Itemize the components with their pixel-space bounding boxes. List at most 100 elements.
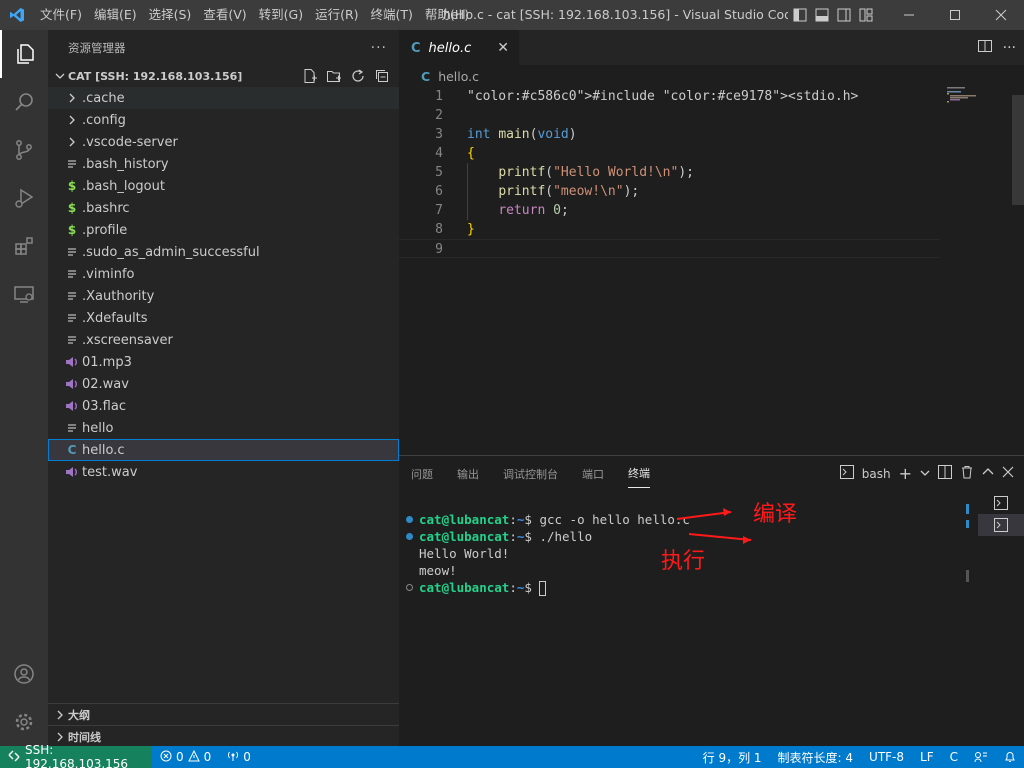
more-actions-icon[interactable]: ··· [1003, 40, 1016, 56]
text-file-icon [62, 290, 82, 302]
file-item[interactable]: $ .profile [48, 219, 399, 241]
terminal-instance-2[interactable] [978, 514, 1024, 536]
workspace-section[interactable]: CAT [SSH: 192.168.103.156] [48, 65, 399, 87]
toggle-panel-icon[interactable] [811, 0, 833, 30]
file-item[interactable]: test.wav [48, 461, 399, 483]
file-item[interactable]: 03.flac [48, 395, 399, 417]
search-icon[interactable] [0, 78, 48, 126]
panel-tab[interactable]: 输出 [457, 460, 479, 488]
code-line[interactable]: 7 return 0; [399, 201, 940, 220]
file-item[interactable]: .sudo_as_admin_successful [48, 241, 399, 263]
maximize-icon[interactable] [932, 0, 978, 30]
file-item[interactable]: 01.mp3 [48, 351, 399, 373]
new-folder-icon[interactable] [325, 67, 343, 85]
file-name: hello [82, 420, 114, 436]
source-control-icon[interactable] [0, 126, 48, 174]
audio-file-icon [62, 378, 82, 390]
file-item[interactable]: .xscreensaver [48, 329, 399, 351]
code-line[interactable]: 2 [399, 106, 940, 125]
panel-tab[interactable]: 端口 [582, 460, 604, 488]
code-line[interactable]: 6 printf("meow!\n"); [399, 182, 940, 201]
terminal-scrollbar[interactable] [966, 504, 969, 582]
refresh-icon[interactable] [349, 67, 367, 85]
accounts-icon[interactable] [0, 650, 48, 698]
menu-item[interactable]: 编辑(E) [88, 0, 143, 30]
tab-size[interactable]: 制表符长度: 4 [770, 749, 862, 766]
code-line[interactable]: 3 int main(void) [399, 125, 940, 144]
file-item[interactable]: 02.wav [48, 373, 399, 395]
remote-indicator[interactable]: SSH: 192.168.103.156 [0, 743, 152, 768]
file-item[interactable]: $ .bash_logout [48, 175, 399, 197]
menu-item[interactable]: 运行(R) [309, 0, 364, 30]
status-right: 行 9，列 1 制表符长度: 4 UTF-8 LF C [695, 749, 1024, 766]
text-file-icon [62, 246, 82, 258]
file-item[interactable]: hello [48, 417, 399, 439]
editor-scrollbar[interactable] [1010, 87, 1024, 455]
file-item[interactable]: .config [48, 109, 399, 131]
code-line[interactable]: 1 "color:#c586c0">#include "color:#ce9178… [399, 87, 940, 106]
menu-item[interactable]: 查看(V) [197, 0, 252, 30]
tab-hello-c[interactable]: C hello.c ✕ [399, 30, 519, 65]
file-item[interactable]: .vscode-server [48, 131, 399, 153]
file-item[interactable]: .Xauthority [48, 285, 399, 307]
code-line[interactable]: 9 [399, 239, 940, 258]
ports-indicator[interactable]: 0 [219, 750, 259, 765]
toggle-secondary-sidebar-icon[interactable] [833, 0, 855, 30]
run-debug-icon[interactable] [0, 174, 48, 222]
new-file-icon[interactable] [301, 67, 319, 85]
split-terminal-icon[interactable] [938, 465, 952, 482]
problems-indicator[interactable]: 0 0 [152, 749, 219, 765]
feedback-icon[interactable] [966, 751, 996, 763]
terminal-instance-1[interactable] [978, 492, 1024, 514]
menu-item[interactable]: 选择(S) [143, 0, 198, 30]
more-actions-icon[interactable]: ··· [371, 40, 387, 56]
line-number: 8 [435, 222, 443, 237]
outline-section[interactable]: 大纲 [48, 703, 399, 725]
cursor-position[interactable]: 行 9，列 1 [695, 749, 770, 766]
code-line[interactable]: 4{ [399, 144, 940, 163]
remote-explorer-icon[interactable] [0, 270, 48, 318]
menu-item[interactable]: 文件(F) [34, 0, 88, 30]
panel-tab[interactable]: 问题 [411, 460, 433, 488]
split-editor-icon[interactable] [977, 38, 993, 58]
extensions-icon[interactable] [0, 222, 48, 270]
panel-tab[interactable]: 终端 [628, 459, 650, 488]
close-tab-icon[interactable]: ✕ [497, 40, 509, 56]
file-item[interactable]: .bash_history [48, 153, 399, 175]
menu-item[interactable]: 终端(T) [365, 0, 419, 30]
minimize-icon[interactable] [886, 0, 932, 30]
file-item[interactable]: .Xdefaults [48, 307, 399, 329]
toggle-sidebar-icon[interactable] [789, 0, 811, 30]
collapse-all-icon[interactable] [373, 67, 391, 85]
language-mode[interactable]: C [942, 750, 966, 764]
file-name: hello.c [82, 442, 125, 458]
menu-item[interactable]: 转到(G) [253, 0, 309, 30]
terminal-shell-name[interactable]: bash [862, 467, 891, 481]
code-line[interactable]: 8} [399, 220, 940, 239]
file-item[interactable]: .viminfo [48, 263, 399, 285]
trash-icon[interactable] [960, 465, 974, 482]
end-of-line[interactable]: LF [912, 750, 942, 764]
close-window-icon[interactable] [978, 0, 1024, 30]
notifications-bell-icon[interactable] [996, 751, 1024, 763]
line-number: 3 [435, 127, 443, 142]
code-line[interactable]: 5 printf("Hello World!\n"); [399, 163, 940, 182]
text-file-icon [62, 268, 82, 280]
file-item[interactable]: .cache [48, 87, 399, 109]
new-terminal-icon[interactable]: + [899, 464, 912, 483]
file-item[interactable]: Chello.c [48, 439, 399, 461]
maximize-panel-icon[interactable] [982, 466, 994, 481]
file-item[interactable]: $ .bashrc [48, 197, 399, 219]
command-success-icon[interactable] [406, 516, 413, 523]
panel-tab[interactable]: 调试控制台 [503, 460, 558, 488]
customize-layout-icon[interactable] [855, 0, 877, 30]
chevron-down-icon[interactable] [920, 467, 930, 481]
breadcrumb[interactable]: C hello.c [399, 65, 1024, 87]
command-success-icon[interactable] [406, 533, 413, 540]
close-panel-icon[interactable] [1002, 466, 1014, 481]
minimap[interactable] [947, 87, 1011, 117]
encoding[interactable]: UTF-8 [861, 750, 912, 764]
menu-bar: 文件(F) 编辑(E) 选择(S) 查看(V) 转到(G) 运行(R) 终端(T) 帮助(H) [34, 0, 475, 30]
settings-gear-icon[interactable] [0, 698, 48, 746]
explorer-icon[interactable] [0, 30, 48, 78]
